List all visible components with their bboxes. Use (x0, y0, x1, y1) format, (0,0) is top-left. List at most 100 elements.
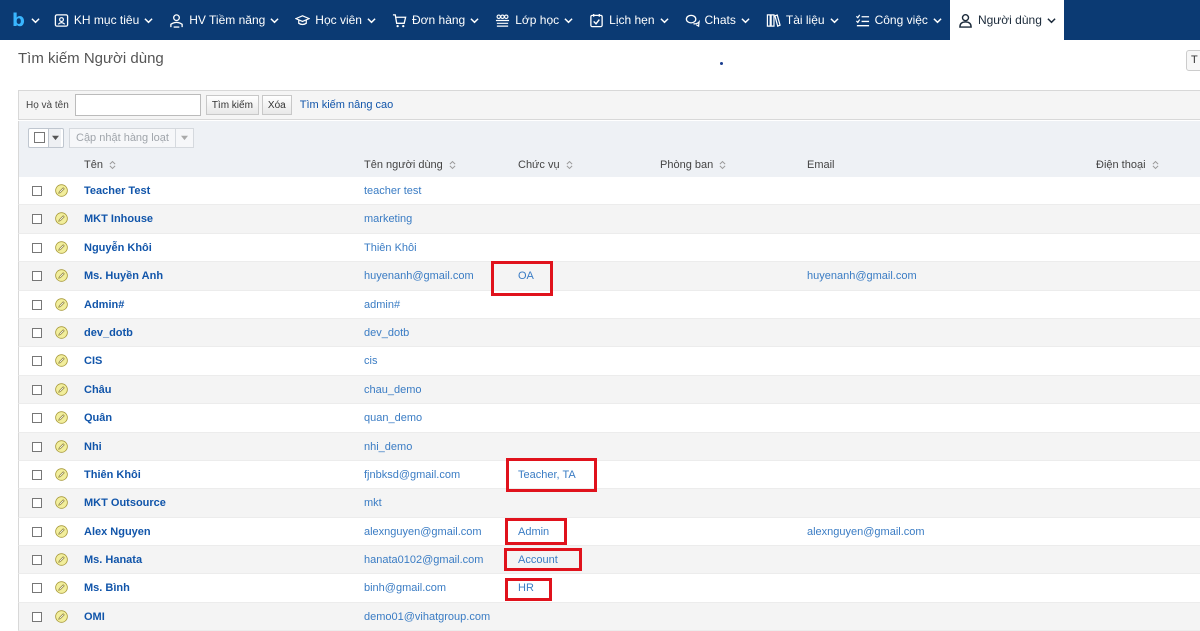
edit-pencil-icon[interactable] (55, 581, 68, 595)
column-header-role[interactable]: Chức vụ (518, 159, 573, 171)
user-name-link[interactable]: OMI (84, 611, 105, 623)
user-email: huyenanh@gmail.com (807, 270, 917, 283)
table-row[interactable]: Teacher Test teacher test (18, 177, 1200, 206)
search-panel: Họ và tên Tìm kiếm Xóa Tìm kiếm nâng cao (18, 90, 1200, 120)
page-title: Tìm kiếm Người dùng (18, 50, 164, 67)
row-checkbox[interactable] (32, 327, 42, 338)
row-checkbox[interactable] (32, 526, 42, 537)
row-checkbox[interactable] (32, 356, 42, 367)
user-name-link[interactable]: CIS (84, 355, 102, 367)
edit-pencil-icon[interactable] (55, 326, 68, 339)
user-name-link[interactable]: Teacher Test (84, 185, 150, 197)
search-name-input[interactable] (74, 94, 201, 116)
edit-pencil-icon[interactable] (55, 297, 68, 311)
row-checkbox[interactable] (32, 555, 42, 566)
table-row[interactable]: Alex Nguyen alexnguyen@gmail.com Admin alex… (18, 517, 1200, 547)
user-name-link[interactable]: Admin# (84, 299, 124, 311)
edit-pencil-icon[interactable] (55, 468, 68, 481)
search-button[interactable]: Tìm kiếm (205, 95, 259, 115)
table-row[interactable]: Admin# admin# (18, 290, 1200, 319)
user-name-link[interactable]: MKT Inhouse (84, 213, 153, 225)
column-header-name[interactable]: Tên (84, 159, 116, 171)
row-checkbox[interactable] (32, 299, 42, 310)
row-checkbox[interactable] (32, 441, 42, 452)
annotation-box (505, 578, 552, 601)
table-row[interactable]: Châu chau_demo (18, 375, 1200, 405)
table-row[interactable]: Ms. Huyền Anh huyenanh@gmail.com OA huyenan… (18, 262, 1200, 291)
table-row[interactable]: OMI demo01@vihatgroup.com (18, 602, 1200, 631)
table-row[interactable]: Nguyễn Khôi Thiên Khôi (18, 233, 1200, 263)
edit-pencil-icon[interactable] (55, 354, 68, 368)
edit-pencil-icon[interactable] (55, 524, 68, 538)
advanced-search-link[interactable]: Tìm kiếm nâng cao (300, 99, 394, 111)
user-name-link[interactable]: Châu (84, 384, 112, 396)
nav-item-chats[interactable]: Chats (677, 0, 758, 40)
nav-item-target-customers[interactable]: KH mục tiêu (46, 0, 161, 40)
cart-icon (392, 13, 407, 28)
caret-down-icon[interactable] (174, 128, 193, 147)
user-name-link[interactable]: Quân (84, 412, 112, 424)
user-name-link[interactable]: Alex Nguyen (84, 526, 151, 538)
edit-pencil-icon[interactable] (55, 411, 68, 424)
nav-item-documents[interactable]: Tài liệu (758, 0, 847, 40)
caret-down-icon[interactable] (48, 128, 61, 147)
row-checkbox[interactable] (32, 583, 42, 594)
table-row[interactable]: CIS cis (18, 347, 1200, 376)
user-name-link[interactable]: Nhi (84, 441, 102, 453)
nav-item-tasks[interactable]: Công việc (847, 0, 950, 40)
user-name-link[interactable]: Nguyễn Khôi (84, 242, 152, 254)
table-row[interactable]: Ms. Bình binh@gmail.com HR (18, 574, 1200, 603)
user-name-link[interactable]: Thiên Khôi (84, 469, 141, 481)
row-checkbox[interactable] (32, 384, 42, 395)
mass-update-label: Cập nhật hàng loạt (76, 131, 169, 144)
edge-button[interactable]: T (1186, 50, 1200, 71)
user-username: Thiên Khôi (364, 241, 417, 254)
table-row[interactable]: dev_dotb dev_dotb (18, 318, 1200, 348)
nav-item-students[interactable]: Học viên (287, 0, 384, 40)
table-row[interactable]: Quân quan_demo (18, 404, 1200, 433)
user-name-link[interactable]: Ms. Hanata (84, 554, 142, 566)
nav-item-classes[interactable]: Lớp học (487, 0, 581, 40)
row-checkbox[interactable] (32, 271, 42, 282)
nav-item-orders[interactable]: Đơn hàng (384, 0, 487, 40)
chevron-down-icon (564, 16, 573, 25)
column-header-username[interactable]: Tên người dùng (364, 159, 456, 171)
table-row[interactable]: Nhi nhi_demo (18, 432, 1200, 461)
edit-pencil-icon[interactable] (55, 241, 68, 254)
table-row[interactable]: Thiên Khôi fjnbksd@gmail.com Teacher, TA (18, 460, 1200, 490)
edit-pencil-icon[interactable] (55, 269, 68, 282)
row-checkbox[interactable] (32, 242, 42, 253)
clear-button[interactable]: Xóa (261, 95, 292, 115)
user-name-link[interactable]: MKT Outsource (84, 497, 166, 509)
nav-item-potential-students[interactable]: HV Tiềm năng (161, 0, 287, 40)
column-header-phone[interactable]: Điện thoại (1096, 159, 1159, 171)
nav-item-users[interactable]: Người dùng (949, 0, 1064, 40)
user-name-link[interactable]: Ms. Bình (84, 582, 130, 594)
edit-pencil-icon[interactable] (55, 610, 68, 623)
chevron-down-icon (829, 16, 839, 25)
edit-pencil-icon[interactable] (55, 553, 68, 566)
table-row[interactable]: MKT Outsource mkt (18, 489, 1200, 518)
row-checkbox[interactable] (32, 498, 42, 509)
user-name-link[interactable]: dev_dotb (84, 327, 133, 339)
table-row[interactable]: Ms. Hanata hanata0102@gmail.com Account (18, 546, 1200, 575)
select-all-checkbox[interactable] (34, 132, 45, 143)
column-header-department[interactable]: Phòng ban (660, 159, 726, 171)
row-checkbox[interactable] (32, 214, 42, 225)
row-checkbox[interactable] (32, 469, 42, 480)
row-checkbox[interactable] (32, 611, 42, 622)
app-logo[interactable]: b (0, 0, 46, 40)
row-checkbox[interactable] (32, 413, 42, 424)
row-checkbox[interactable] (32, 186, 42, 196)
edit-pencil-icon[interactable] (55, 496, 68, 510)
nav-item-appointments[interactable]: Lịch hẹn (581, 0, 676, 40)
edit-pencil-icon[interactable] (55, 184, 68, 197)
column-header-email[interactable]: Email (807, 159, 835, 171)
edit-pencil-icon[interactable] (55, 382, 68, 396)
edit-pencil-icon[interactable] (55, 439, 68, 453)
mass-update-button[interactable]: Cập nhật hàng loạt (69, 127, 194, 148)
select-all-dropdown[interactable] (28, 127, 64, 148)
edit-pencil-icon[interactable] (55, 212, 68, 226)
table-row[interactable]: MKT Inhouse marketing (18, 205, 1200, 234)
user-name-link[interactable]: Ms. Huyền Anh (84, 270, 163, 282)
